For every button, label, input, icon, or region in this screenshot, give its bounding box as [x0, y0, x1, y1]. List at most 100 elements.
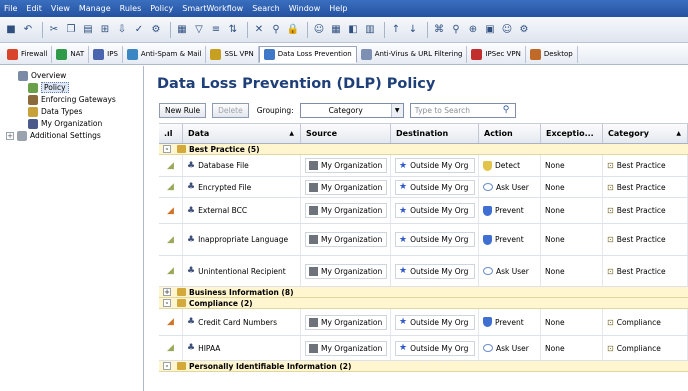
- grid-icon[interactable]: ▦: [175, 23, 189, 37]
- data-cell[interactable]: ♣ Credit Card Numbers: [183, 309, 301, 335]
- blade-tab-anti-virus-url-filtering[interactable]: Anti-Virus & URL Filtering: [357, 45, 468, 63]
- copy-icon[interactable]: ❐: [64, 23, 78, 37]
- blade-tab-data-loss-prevention[interactable]: Data Loss Prevention: [258, 45, 357, 63]
- table-row[interactable]: ◢ ♣ Database File My Organization ★ Outside M…: [159, 155, 688, 177]
- column-header-exceptio-[interactable]: Exceptio...: [541, 124, 603, 143]
- category-cell[interactable]: ⊡ Best Practice: [603, 155, 688, 176]
- view-icon[interactable]: ◧: [346, 23, 360, 37]
- destination-box[interactable]: ★ Outside My Org: [395, 232, 475, 247]
- group-row[interactable]: + Business Information (8): [159, 287, 688, 298]
- flag-icon[interactable]: ◢: [167, 343, 174, 353]
- data-cell[interactable]: ♣ Encrypted File: [183, 177, 301, 197]
- menu-item-policy[interactable]: Policy: [150, 4, 173, 13]
- exceptions-cell[interactable]: None: [541, 336, 603, 360]
- find-icon[interactable]: ⚲: [269, 23, 283, 37]
- category-cell[interactable]: ⊡ Compliance: [603, 309, 688, 335]
- undo-icon[interactable]: ↶: [21, 23, 35, 37]
- search-icon[interactable]: ⚲: [449, 23, 463, 37]
- data-cell[interactable]: ♣ HIPAA: [183, 336, 301, 360]
- source-box[interactable]: My Organization: [305, 158, 387, 173]
- group-row[interactable]: - Best Practice (5): [159, 144, 688, 155]
- rules-icon[interactable]: ≡: [209, 23, 223, 37]
- expand-icon[interactable]: -: [163, 145, 171, 153]
- group-row[interactable]: - Compliance (2): [159, 298, 688, 309]
- category-cell[interactable]: ⊡ Best Practice: [603, 198, 688, 223]
- column-header-action[interactable]: Action: [479, 124, 541, 143]
- settings-icon[interactable]: ⚙: [517, 23, 531, 37]
- flag-cell[interactable]: ◢: [159, 256, 183, 286]
- blade-tab-desktop[interactable]: Desktop: [526, 45, 578, 63]
- sort-icon[interactable]: ⇅: [226, 23, 240, 37]
- exceptions-cell[interactable]: None: [541, 224, 603, 255]
- flag-icon[interactable]: ◢: [167, 235, 174, 245]
- source-box[interactable]: My Organization: [305, 340, 387, 356]
- new-rule-button[interactable]: New Rule: [159, 102, 207, 118]
- destination-cell[interactable]: ★ Outside My Org: [391, 155, 479, 176]
- category-cell[interactable]: ⊡ Compliance: [603, 336, 688, 360]
- tree-item-policy[interactable]: Policy: [0, 82, 143, 93]
- data-cell[interactable]: ♣ Database File: [183, 155, 301, 176]
- action-cell[interactable]: Detect: [479, 155, 541, 176]
- destination-cell[interactable]: ★ Outside My Org: [391, 224, 479, 255]
- destination-cell[interactable]: ★ Outside My Org: [391, 198, 479, 223]
- destination-cell[interactable]: ★ Outside My Org: [391, 177, 479, 197]
- delete-button[interactable]: Delete: [212, 102, 249, 118]
- flag-cell[interactable]: ◢: [159, 177, 183, 197]
- menu-item-window[interactable]: Window: [289, 4, 321, 13]
- search-icon[interactable]: ⚲: [503, 105, 515, 115]
- tree-item-my-organization[interactable]: My Organization: [0, 118, 143, 129]
- sort-desc-icon[interactable]: ↓: [406, 23, 420, 37]
- flag-icon[interactable]: ◢: [167, 161, 174, 171]
- destination-box[interactable]: ★ Outside My Org: [395, 340, 475, 356]
- destination-cell[interactable]: ★ Outside My Org: [391, 256, 479, 286]
- flag-icon[interactable]: ◢: [167, 266, 174, 276]
- paste-icon[interactable]: ▤: [81, 23, 95, 37]
- flag-cell[interactable]: ◢: [159, 224, 183, 255]
- column-header-destination[interactable]: Destination: [391, 124, 479, 143]
- table-row[interactable]: ◢ ♣ Inappropriate Language My Organization ★…: [159, 224, 688, 256]
- menu-item-file[interactable]: File: [4, 4, 17, 13]
- search-input[interactable]: Type to Search ⚲: [409, 102, 516, 118]
- source-cell[interactable]: My Organization: [301, 256, 391, 286]
- network-icon[interactable]: ⌘: [432, 23, 446, 37]
- column-header-source[interactable]: Source: [301, 124, 391, 143]
- flag-cell[interactable]: ◢: [159, 155, 183, 176]
- users-icon[interactable]: ☺: [312, 23, 326, 37]
- column-header-data[interactable]: Data ▲: [183, 124, 301, 143]
- destination-cell[interactable]: ★ Outside My Org: [391, 336, 479, 360]
- menu-item-manage[interactable]: Manage: [79, 4, 111, 13]
- blade-tab-ssl-vpn[interactable]: SSL VPN: [206, 45, 259, 63]
- cut-icon[interactable]: ✂: [47, 23, 61, 37]
- source-cell[interactable]: My Organization: [301, 309, 391, 335]
- tree-item-enforcing-gateways[interactable]: Enforcing Gateways: [0, 94, 143, 105]
- destination-box[interactable]: ★ Outside My Org: [395, 203, 475, 218]
- destination-box[interactable]: ★ Outside My Org: [395, 314, 475, 330]
- chevron-down-icon[interactable]: ▼: [390, 103, 403, 117]
- action-cell[interactable]: Ask User: [479, 336, 541, 360]
- source-cell[interactable]: My Organization: [301, 198, 391, 223]
- source-box[interactable]: My Organization: [305, 203, 387, 218]
- table-row[interactable]: ◢ ♣ External BCC My Organization ★ Outside My…: [159, 198, 688, 224]
- action-cell[interactable]: Ask User: [479, 256, 541, 286]
- menu-item-edit[interactable]: Edit: [26, 4, 42, 13]
- flag-cell[interactable]: ◢: [159, 336, 183, 360]
- expand-icon[interactable]: -: [163, 362, 171, 370]
- table-row[interactable]: ◢ ♣ Encrypted File My Organization ★ Outside …: [159, 177, 688, 198]
- column-header-category[interactable]: Category ▲: [603, 124, 688, 143]
- data-cell[interactable]: ♣ External BCC: [183, 198, 301, 223]
- source-box[interactable]: My Organization: [305, 232, 387, 247]
- source-cell[interactable]: My Organization: [301, 224, 391, 255]
- table-row[interactable]: ◢ ♣ Unintentional Recipient My Organization…: [159, 256, 688, 287]
- destination-box[interactable]: ★ Outside My Org: [395, 179, 475, 195]
- source-box[interactable]: My Organization: [305, 179, 387, 195]
- data-cell[interactable]: ♣ Unintentional Recipient: [183, 256, 301, 286]
- grouping-select[interactable]: Category ▼: [299, 102, 404, 118]
- tree-item-additional-settings[interactable]: + Additional Settings: [0, 130, 143, 141]
- action-cell[interactable]: Prevent: [479, 309, 541, 335]
- destination-box[interactable]: ★ Outside My Org: [395, 158, 475, 173]
- source-cell[interactable]: My Organization: [301, 336, 391, 360]
- table-icon[interactable]: ▦: [329, 23, 343, 37]
- zoom-icon[interactable]: ⊕: [466, 23, 480, 37]
- action-cell[interactable]: Prevent: [479, 224, 541, 255]
- source-cell[interactable]: My Organization: [301, 177, 391, 197]
